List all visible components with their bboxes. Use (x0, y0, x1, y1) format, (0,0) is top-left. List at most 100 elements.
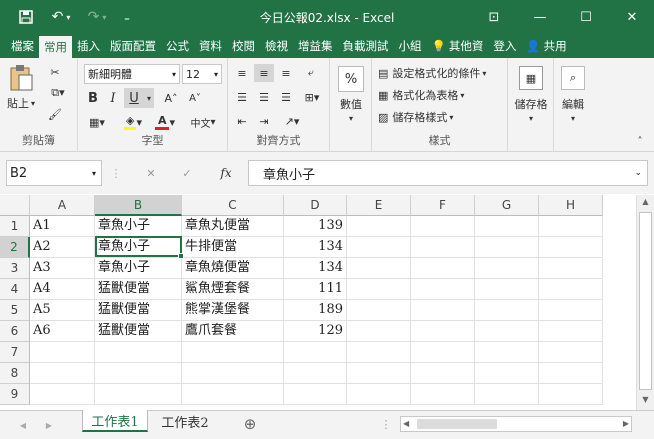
ribbon-display-options-icon[interactable]: ⊡ (472, 0, 516, 34)
tab-split-grip-icon[interactable]: ⋮ (381, 417, 392, 431)
cell-b6[interactable]: 猛獸便當 (95, 321, 182, 342)
tab-home[interactable]: 常用 (39, 36, 72, 58)
cells-icon[interactable]: ▦ (519, 66, 543, 90)
search-icon[interactable]: ⌕ (561, 66, 585, 90)
cell-c5[interactable]: 熊掌漢堡餐 (182, 300, 284, 321)
tab-view[interactable]: 檢視 (260, 34, 293, 58)
cell-g6[interactable] (475, 321, 539, 342)
cell-a4[interactable]: A4 (30, 279, 95, 300)
row-header-7[interactable]: 7 (0, 342, 30, 363)
hscroll-thumb[interactable] (417, 419, 497, 429)
cell-e8[interactable] (347, 363, 411, 384)
column-header-g[interactable]: G (475, 195, 539, 216)
cell-g4[interactable] (475, 279, 539, 300)
tab-load-test[interactable]: 負載測試 (338, 34, 394, 58)
phonetic-guide-button[interactable]: 中文 ▾ (184, 112, 222, 132)
cell-c7[interactable] (182, 342, 284, 363)
cell-f3[interactable] (411, 258, 475, 279)
cell-d7[interactable] (284, 342, 347, 363)
cells-dropdown-icon[interactable]: ▾ (508, 112, 554, 124)
copy-icon[interactable]: ⧉▾ (44, 85, 72, 101)
cell-a2[interactable]: A2 (30, 237, 95, 258)
cell-styles-button[interactable]: ▨ 儲存格樣式 ▾ (378, 108, 506, 126)
cell-a8[interactable] (30, 363, 95, 384)
paste-icon[interactable] (6, 64, 36, 92)
tab-formulas[interactable]: 公式 (161, 34, 194, 58)
increase-indent-icon[interactable]: ⇥ (254, 112, 274, 130)
paste-button[interactable]: 貼上 ▾ (4, 96, 38, 110)
align-bottom-icon[interactable]: ≡ (276, 64, 296, 82)
scroll-down-icon[interactable]: ▼ (639, 395, 652, 408)
shrink-font-button[interactable]: A˅ (184, 88, 206, 108)
share-button[interactable]: 👤 共用 (521, 34, 571, 58)
conditional-formatting-button[interactable]: ▤ 設定格式化的條件 ▾ (378, 64, 506, 82)
underline-button[interactable]: U (124, 88, 144, 108)
tab-review[interactable]: 校閱 (227, 34, 260, 58)
cell-f6[interactable] (411, 321, 475, 342)
sign-in-link[interactable]: 登入 (488, 34, 521, 58)
cell-d2[interactable]: 134 (284, 237, 347, 258)
cell-a1[interactable]: A1 (30, 216, 95, 237)
tab-page-layout[interactable]: 版面配置 (105, 34, 161, 58)
fill-color-icon[interactable]: ◈ ▾ (118, 112, 148, 132)
cell-b9[interactable] (95, 384, 182, 405)
cell-a3[interactable]: A3 (30, 258, 95, 279)
row-header-9[interactable]: 9 (0, 384, 30, 405)
orientation-icon[interactable]: ↗▾ (278, 112, 306, 130)
tab-addins[interactable]: 增益集 (293, 34, 338, 58)
percent-icon[interactable]: % (338, 66, 364, 92)
minimize-icon[interactable]: — (518, 0, 562, 34)
sheet-tab-2[interactable]: 工作表2 (152, 411, 218, 431)
cell-b8[interactable] (95, 363, 182, 384)
cell-a6[interactable]: A6 (30, 321, 95, 342)
font-size-input[interactable]: 12 ▾ (182, 64, 222, 84)
horizontal-scrollbar[interactable]: ◀ ▶ (400, 416, 632, 432)
cell-d9[interactable] (284, 384, 347, 405)
editing-dropdown-icon[interactable]: ▾ (554, 112, 592, 124)
cell-g5[interactable] (475, 300, 539, 321)
column-header-f[interactable]: F (411, 195, 475, 216)
cell-b1[interactable]: 章魚小子 (95, 216, 182, 237)
cell-h6[interactable] (539, 321, 603, 342)
cell-d5[interactable]: 189 (284, 300, 347, 321)
enter-icon[interactable]: ✓ (178, 164, 196, 182)
cell-b4[interactable]: 猛獸便當 (95, 279, 182, 300)
scroll-left-icon[interactable]: ◀ (403, 419, 409, 428)
column-header-h[interactable]: H (539, 195, 603, 216)
cell-d1[interactable]: 139 (284, 216, 347, 237)
select-all-corner[interactable] (0, 195, 30, 216)
row-header-3[interactable]: 3 (0, 258, 30, 279)
fill-handle[interactable] (178, 253, 184, 259)
cell-e4[interactable] (347, 279, 411, 300)
cell-e5[interactable] (347, 300, 411, 321)
cell-h7[interactable] (539, 342, 603, 363)
column-header-c[interactable]: C (182, 195, 284, 216)
maximize-icon[interactable]: ☐ (564, 0, 608, 34)
cell-a7[interactable] (30, 342, 95, 363)
cell-g2[interactable] (475, 237, 539, 258)
collapse-ribbon-icon[interactable]: ˄ (632, 134, 648, 148)
bold-button[interactable]: B (84, 88, 102, 108)
format-painter-icon[interactable]: 🖌 (44, 106, 66, 122)
scroll-right-icon[interactable]: ▶ (623, 419, 629, 428)
italic-button[interactable]: I (104, 88, 122, 108)
align-right-icon[interactable]: ☰ (276, 88, 296, 106)
wrap-text-icon[interactable]: ⤶ (300, 64, 322, 82)
cell-f9[interactable] (411, 384, 475, 405)
cell-d4[interactable]: 111 (284, 279, 347, 300)
format-as-table-button[interactable]: ▦ 格式化為表格 ▾ (378, 86, 506, 104)
cell-c4[interactable]: 鯊魚煙套餐 (182, 279, 284, 300)
name-box[interactable]: B2 ▾ (6, 160, 102, 186)
align-left-icon[interactable]: ☰ (232, 88, 252, 106)
font-color-button[interactable]: A ▾ (150, 112, 180, 132)
cell-e9[interactable] (347, 384, 411, 405)
cell-e2[interactable] (347, 237, 411, 258)
cell-b7[interactable] (95, 342, 182, 363)
cell-c2[interactable]: 牛排便當 (182, 237, 284, 258)
cell-h2[interactable] (539, 237, 603, 258)
cell-b5[interactable]: 猛獸便當 (95, 300, 182, 321)
cell-f4[interactable] (411, 279, 475, 300)
borders-icon[interactable]: ▦▾ (84, 112, 110, 132)
cell-d3[interactable]: 134 (284, 258, 347, 279)
scroll-up-icon[interactable]: ▲ (639, 197, 652, 210)
